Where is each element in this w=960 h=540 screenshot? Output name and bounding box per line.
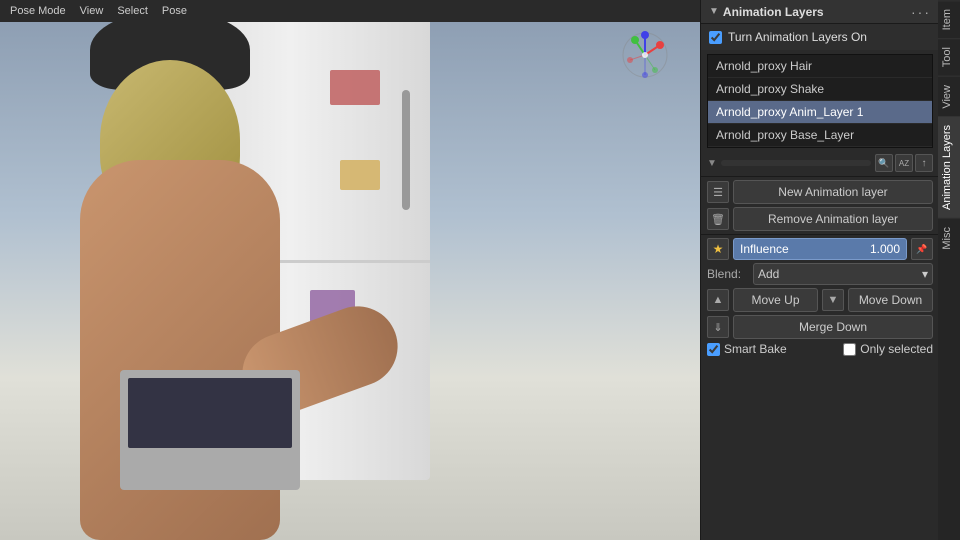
move-down-button[interactable]: Move Down bbox=[848, 288, 933, 312]
sort-arrow-btn[interactable]: ↑ bbox=[915, 154, 933, 172]
move-row: ▲ Move Up ▼ Move Down bbox=[707, 288, 933, 312]
merge-down-button[interactable]: Merge Down bbox=[733, 315, 933, 339]
sort-az-icon: AZ bbox=[899, 159, 909, 168]
scroll-track[interactable] bbox=[721, 160, 871, 166]
tab-misc[interactable]: Misc bbox=[938, 218, 960, 258]
select-menu-btn[interactable]: Select bbox=[111, 4, 154, 18]
panel-content: ▼ Animation Layers ··· Turn Animation La… bbox=[701, 0, 939, 540]
tab-view[interactable]: View bbox=[938, 76, 960, 117]
bake-row: Smart Bake Only selected bbox=[707, 342, 933, 356]
move-up-button[interactable]: Move Up bbox=[733, 288, 818, 312]
panel-title: ▼ Animation Layers bbox=[709, 5, 824, 19]
turn-on-checkbox[interactable] bbox=[709, 31, 722, 44]
pose-mode-btn[interactable]: Pose Mode bbox=[4, 4, 72, 18]
pose-menu-btn[interactable]: Pose bbox=[156, 4, 193, 18]
new-layer-icon-btn[interactable]: ☰ bbox=[707, 181, 729, 203]
influence-row: ★ Influence 1.000 📌 bbox=[707, 238, 933, 260]
move-up-icon-btn[interactable]: ▲ bbox=[707, 289, 729, 311]
divider-2 bbox=[701, 234, 939, 235]
star-icon: ★ bbox=[713, 242, 724, 256]
influence-pin-btn[interactable]: 📌 bbox=[911, 238, 933, 260]
right-panel: ▼ Animation Layers ··· Turn Animation La… bbox=[700, 0, 960, 540]
influence-label: Influence bbox=[740, 242, 789, 256]
laptop-screen bbox=[128, 378, 292, 448]
remove-layer-row: 🗑 Remove Animation layer bbox=[707, 207, 933, 231]
search-icon-btn[interactable]: 🔍 bbox=[875, 154, 893, 172]
remove-layer-icon: 🗑 bbox=[711, 213, 725, 226]
new-layer-row: ☰ New Animation layer bbox=[707, 180, 933, 204]
character bbox=[20, 60, 340, 540]
merge-icon-btn[interactable]: ⇓ bbox=[707, 316, 729, 338]
remove-layer-icon-btn[interactable]: 🗑 bbox=[707, 208, 729, 230]
merge-btn-row: ⇓ Merge Down bbox=[707, 315, 933, 339]
tab-item[interactable]: Item bbox=[938, 0, 960, 38]
new-layer-icon: ☰ bbox=[713, 186, 723, 199]
tab-animation-layers[interactable]: Animation Layers bbox=[938, 116, 960, 218]
blend-select[interactable]: Add ▾ bbox=[753, 263, 933, 285]
new-layer-button[interactable]: New Animation layer bbox=[733, 180, 933, 204]
pin-icon: 📌 bbox=[916, 244, 927, 255]
only-selected-row: Only selected bbox=[843, 342, 933, 356]
turn-on-row: Turn Animation Layers On bbox=[701, 24, 939, 50]
layer-item-1[interactable]: Arnold_proxy Shake bbox=[708, 78, 932, 101]
turn-on-label: Turn Animation Layers On bbox=[728, 30, 867, 44]
viewport-header: Pose Mode View Select Pose bbox=[0, 0, 700, 22]
sort-arrow-icon: ↑ bbox=[922, 158, 927, 169]
blend-row: Blend: Add ▾ bbox=[707, 263, 933, 285]
list-scrollbar: ▼ 🔍 AZ ↑ bbox=[701, 152, 939, 174]
layer-item-3[interactable]: Arnold_proxy Base_Layer bbox=[708, 124, 932, 147]
merge-icon: ⇓ bbox=[713, 321, 722, 334]
smart-bake-checkbox[interactable] bbox=[707, 343, 720, 356]
view-menu-btn[interactable]: View bbox=[74, 4, 110, 18]
smart-bake-checkbox-row: Smart Bake bbox=[707, 342, 787, 356]
move-down-icon-btn[interactable]: ▼ bbox=[822, 289, 844, 311]
move-up-arrow-icon: ▲ bbox=[713, 294, 724, 306]
fridge-handle bbox=[402, 90, 410, 210]
layer-list: Arnold_proxy Hair Arnold_proxy Shake Arn… bbox=[707, 54, 933, 148]
laptop bbox=[120, 370, 300, 490]
layer-item-0[interactable]: Arnold_proxy Hair bbox=[708, 55, 932, 78]
influence-value: 1.000 bbox=[870, 242, 900, 256]
search-icon: 🔍 bbox=[878, 158, 889, 169]
scroll-triangle[interactable]: ▼ bbox=[707, 158, 717, 169]
move-up-label: Move Up bbox=[751, 293, 799, 307]
panel-header: ▼ Animation Layers ··· bbox=[701, 0, 939, 24]
panel-collapse-arrow[interactable]: ▼ bbox=[709, 6, 719, 17]
scroll-icons: 🔍 AZ ↑ bbox=[875, 154, 933, 172]
move-down-label: Move Down bbox=[859, 293, 922, 307]
vertical-tabs: Item Tool View Animation Layers Misc bbox=[938, 0, 960, 540]
sort-az-btn[interactable]: AZ bbox=[895, 154, 913, 172]
divider-1 bbox=[701, 176, 939, 177]
smart-bake-label: Smart Bake bbox=[724, 342, 787, 356]
move-down-arrow-icon: ▼ bbox=[828, 294, 839, 306]
only-selected-label: Only selected bbox=[860, 342, 933, 356]
viewport-gizmo[interactable] bbox=[620, 30, 670, 80]
only-selected-checkbox[interactable] bbox=[843, 343, 856, 356]
merge-row: ⇓ Merge Down bbox=[707, 315, 933, 339]
influence-field[interactable]: Influence 1.000 bbox=[733, 238, 907, 260]
magnet-2 bbox=[340, 160, 380, 190]
panel-title-text: Animation Layers bbox=[723, 5, 824, 19]
blend-value: Add bbox=[758, 267, 779, 281]
blend-label: Blend: bbox=[707, 267, 747, 281]
tab-tool[interactable]: Tool bbox=[938, 38, 960, 75]
viewport: Pose Mode View Select Pose bbox=[0, 0, 700, 540]
panel-menu-button[interactable]: ··· bbox=[911, 4, 931, 20]
remove-layer-button[interactable]: Remove Animation layer bbox=[733, 207, 933, 231]
influence-star-btn[interactable]: ★ bbox=[707, 238, 729, 260]
layer-item-2[interactable]: Arnold_proxy Anim_Layer 1 bbox=[708, 101, 932, 124]
blend-chevron-icon: ▾ bbox=[922, 267, 928, 281]
